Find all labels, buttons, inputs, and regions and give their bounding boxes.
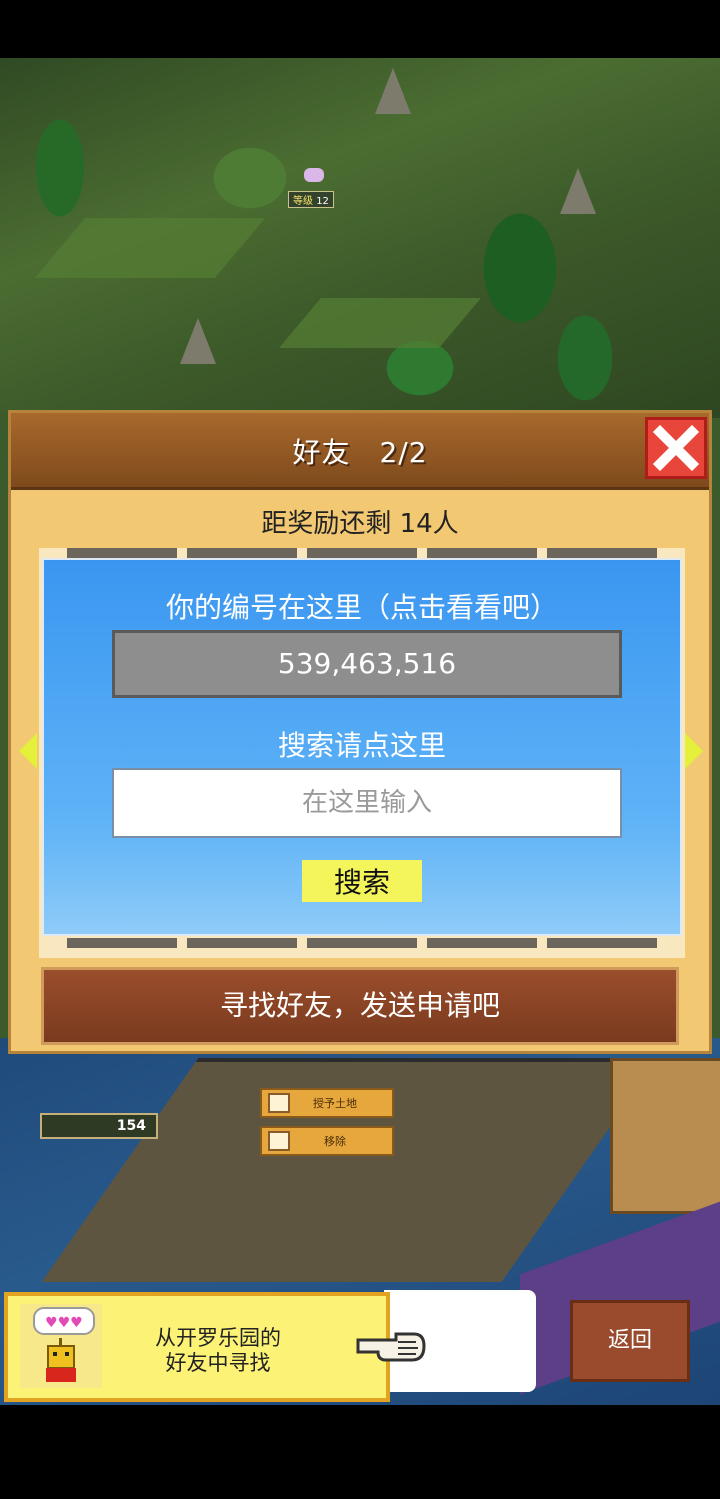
slot-row-top — [67, 548, 657, 558]
find-friends-button[interactable]: 寻找好友，发送申请吧 — [41, 967, 679, 1045]
slot-row-bottom — [67, 938, 657, 948]
close-button[interactable] — [645, 417, 707, 479]
level-value: 12 — [316, 196, 329, 207]
house-icon — [268, 1131, 290, 1151]
dialog-title: 好友 2/2 — [292, 436, 428, 469]
back-button[interactable]: 返回 — [570, 1300, 690, 1382]
rock-icon — [375, 68, 411, 114]
remove-button[interactable]: 移除 — [260, 1126, 394, 1156]
banner-line-2: 好友中寻找 — [165, 1351, 271, 1375]
dialog-header: 好友 2/2 — [11, 413, 709, 490]
banner-line-1: 从开罗乐园的 — [155, 1326, 281, 1350]
kairo-friends-banner[interactable]: ♥♥♥ 从开罗乐园的 好友中寻找 — [4, 1292, 390, 1402]
my-id-label[interactable]: 你的编号在这里（点击看看吧） — [44, 586, 680, 626]
search-label: 搜索请点这里 — [277, 729, 446, 762]
grant-land-button[interactable]: 授予土地 — [260, 1088, 394, 1118]
friends-dialog: 好友 2/2 距奖励还剩 14人 你的编号在这里（点击看看吧） 539,463,… — [8, 410, 712, 1054]
svg-text:♥♥♥: ♥♥♥ — [45, 1315, 83, 1331]
rock-icon — [560, 168, 596, 214]
search-button[interactable]: 搜索 — [302, 860, 422, 902]
rock-icon — [180, 318, 216, 364]
resource-count-badge: 154 — [40, 1113, 158, 1139]
pointing-hand-icon — [356, 1332, 426, 1362]
visitor-sprite[interactable] — [304, 168, 324, 182]
level-label: 等级 — [293, 196, 313, 207]
arrow-left-icon[interactable] — [19, 733, 37, 769]
remove-label: 移除 — [324, 1135, 346, 1148]
search-input[interactable] — [112, 768, 622, 838]
arrow-right-icon[interactable] — [685, 733, 703, 769]
close-icon — [652, 424, 700, 472]
house-building[interactable] — [610, 1058, 720, 1214]
level-tag: 等级 12 — [288, 191, 334, 208]
friend-search-panel: 你的编号在这里（点击看看吧） 539,463,516 搜索请点这里 搜索 — [42, 558, 682, 936]
status-bar — [0, 0, 720, 58]
kairo-character-icon: ♥♥♥ — [20, 1304, 102, 1388]
my-id-field[interactable]: 539,463,516 — [112, 630, 622, 698]
banner-text: 从开罗乐园的 好友中寻找 — [118, 1326, 318, 1376]
grant-land-label: 授予土地 — [313, 1097, 357, 1110]
navigation-bar — [0, 1405, 720, 1499]
house-icon — [268, 1093, 290, 1113]
reward-remaining-text: 距奖励还剩 14人 — [261, 509, 459, 539]
